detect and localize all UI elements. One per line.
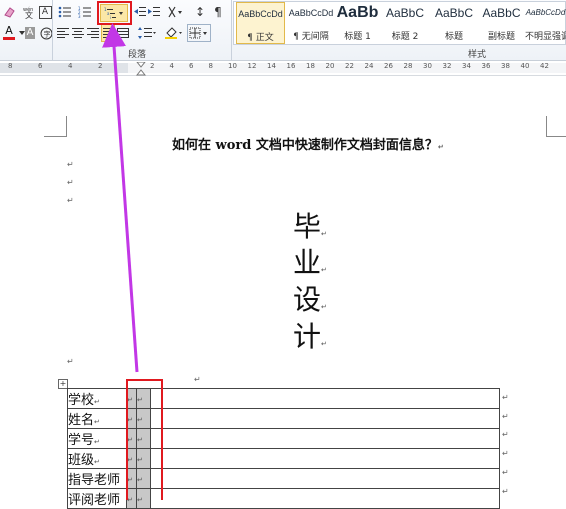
annotation-arrow	[102, 23, 139, 373]
